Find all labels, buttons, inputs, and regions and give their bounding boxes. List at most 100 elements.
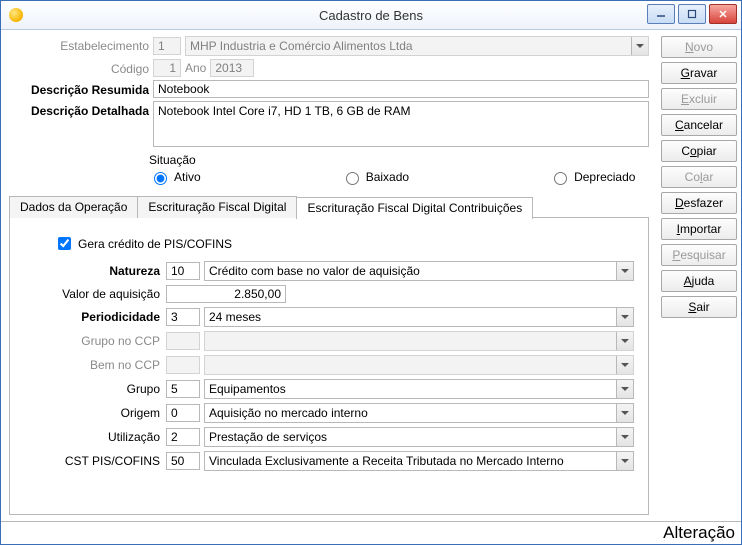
colar-button: Colar <box>661 166 737 188</box>
importar-button[interactable]: Importar <box>661 218 737 240</box>
codigo-field <box>153 59 181 77</box>
desfazer-button[interactable]: Desfazer <box>661 192 737 214</box>
desc-detalhada-field[interactable] <box>153 101 649 147</box>
excluir-button: Excluir <box>661 88 737 110</box>
bem-ccp-code <box>166 356 200 374</box>
chevron-down-icon <box>616 332 633 350</box>
radio-baixado[interactable]: Baixado <box>341 169 409 185</box>
periodicidade-code[interactable] <box>166 308 200 326</box>
periodicidade-text: 24 meses <box>205 308 616 326</box>
cst-text: Vinculada Exclusivamente a Receita Tribu… <box>205 452 616 470</box>
chevron-down-icon <box>616 356 633 374</box>
pesquisar-button: Pesquisar <box>661 244 737 266</box>
radio-depreciado-input[interactable] <box>554 172 567 185</box>
cst-label: CST PIS/COFINS <box>24 454 162 468</box>
efdc-form: Natureza Crédito com base no valor de aq… <box>24 261 634 471</box>
tab-efd[interactable]: Escrituração Fiscal Digital <box>137 196 297 218</box>
window-frame: Cadastro de Bens Estabelecimento MHP <box>0 0 742 545</box>
chevron-down-icon[interactable] <box>616 262 633 280</box>
novo-button: Novo <box>661 36 737 58</box>
utilizacao-combo[interactable]: Prestação de serviços <box>204 427 634 447</box>
origem-code[interactable] <box>166 404 200 422</box>
app-icon <box>9 8 23 22</box>
chevron-down-icon[interactable] <box>616 452 633 470</box>
natureza-code[interactable] <box>166 262 200 280</box>
chevron-down-icon[interactable] <box>616 428 633 446</box>
tab-panel-efdc: Gera crédito de PIS/COFINS Natureza Créd… <box>10 218 648 514</box>
chevron-down-icon[interactable] <box>616 308 633 326</box>
estabelecimento-code <box>153 37 181 55</box>
radio-ativo-label: Ativo <box>174 170 201 184</box>
radio-depreciado-label: Depreciado <box>574 170 635 184</box>
ano-label: Ano <box>185 61 206 75</box>
codigo-label: Código <box>9 59 149 76</box>
window-title: Cadastro de Bens <box>1 8 741 23</box>
radio-baixado-label: Baixado <box>366 170 409 184</box>
utilizacao-code[interactable] <box>166 428 200 446</box>
ano-field <box>210 59 254 77</box>
situacao-group: Situação Ativo Baixado Depreciado <box>149 153 649 185</box>
estabelecimento-combo: MHP Industria e Comércio Alimentos Ltda <box>185 36 649 56</box>
natureza-combo[interactable]: Crédito com base no valor de aquisição <box>204 261 634 281</box>
window-body: Estabelecimento MHP Industria e Comércio… <box>1 30 741 521</box>
gravar-button[interactable]: Gravar <box>661 62 737 84</box>
bem-ccp-label: Bem no CCP <box>24 358 162 372</box>
grupo-ccp-code <box>166 332 200 350</box>
radio-depreciado[interactable]: Depreciado <box>549 169 635 185</box>
origem-combo[interactable]: Aquisição no mercado interno <box>204 403 634 423</box>
status-bar: Alteração <box>1 521 741 544</box>
estabelecimento-name: MHP Industria e Comércio Alimentos Ltda <box>186 37 631 55</box>
cst-combo[interactable]: Vinculada Exclusivamente a Receita Tribu… <box>204 451 634 471</box>
cancelar-button[interactable]: Cancelar <box>661 114 737 136</box>
valor-label: Valor de aquisição <box>24 287 162 301</box>
grupo-label: Grupo <box>24 382 162 396</box>
situacao-legend: Situação <box>149 153 196 167</box>
grupo-ccp-text <box>205 332 616 350</box>
valor-field[interactable] <box>166 285 286 303</box>
utilizacao-text: Prestação de serviços <box>205 428 616 446</box>
minimize-button[interactable] <box>647 4 675 24</box>
copiar-button[interactable]: Copiar <box>661 140 737 162</box>
periodicidade-label: Periodicidade <box>24 310 162 324</box>
gera-credito-checkbox[interactable] <box>58 237 71 250</box>
grupo-text: Equipamentos <box>205 380 616 398</box>
chevron-down-icon <box>631 37 648 55</box>
utilizacao-label: Utilização <box>24 430 162 444</box>
main-panel: Estabelecimento MHP Industria e Comércio… <box>1 30 657 521</box>
periodicidade-combo[interactable]: 24 meses <box>204 307 634 327</box>
tab-bar: Dados da Operação Escrituração Fiscal Di… <box>9 196 532 218</box>
chevron-down-icon[interactable] <box>616 404 633 422</box>
radio-baixado-input[interactable] <box>346 172 359 185</box>
grupo-ccp-label: Grupo no CCP <box>24 334 162 348</box>
window-controls <box>647 4 737 24</box>
origem-text: Aquisição no mercado interno <box>205 404 616 422</box>
cst-code[interactable] <box>166 452 200 470</box>
desc-detalhada-label: Descrição Detalhada <box>9 101 149 118</box>
gera-credito-label: Gera crédito de PIS/COFINS <box>78 237 232 251</box>
chevron-down-icon[interactable] <box>616 380 633 398</box>
natureza-text: Crédito com base no valor de aquisição <box>205 262 616 280</box>
status-mode: Alteração <box>663 523 735 543</box>
tab-efd-contribuicoes[interactable]: Escrituração Fiscal Digital Contribuiçõe… <box>296 197 533 219</box>
grupo-code[interactable] <box>166 380 200 398</box>
desc-resumida-label: Descrição Resumida <box>9 80 149 97</box>
tab-dados-operacao[interactable]: Dados da Operação <box>9 196 138 218</box>
action-sidebar: Novo Gravar Excluir Cancelar Copiar Cola… <box>657 30 741 521</box>
maximize-button[interactable] <box>678 4 706 24</box>
estabelecimento-label: Estabelecimento <box>9 36 149 53</box>
header-form: Estabelecimento MHP Industria e Comércio… <box>9 36 649 147</box>
grupo-combo[interactable]: Equipamentos <box>204 379 634 399</box>
radio-ativo[interactable]: Ativo <box>149 169 201 185</box>
natureza-label: Natureza <box>24 264 162 278</box>
grupo-ccp-combo <box>204 331 634 351</box>
bem-ccp-combo <box>204 355 634 375</box>
radio-ativo-input[interactable] <box>154 172 167 185</box>
ajuda-button[interactable]: Ajuda <box>661 270 737 292</box>
tab-container: Dados da Operação Escrituração Fiscal Di… <box>9 217 649 515</box>
sair-button[interactable]: Sair <box>661 296 737 318</box>
desc-resumida-field[interactable] <box>153 80 649 98</box>
bem-ccp-text <box>205 356 616 374</box>
close-button[interactable] <box>709 4 737 24</box>
origem-label: Origem <box>24 406 162 420</box>
titlebar: Cadastro de Bens <box>1 1 741 30</box>
